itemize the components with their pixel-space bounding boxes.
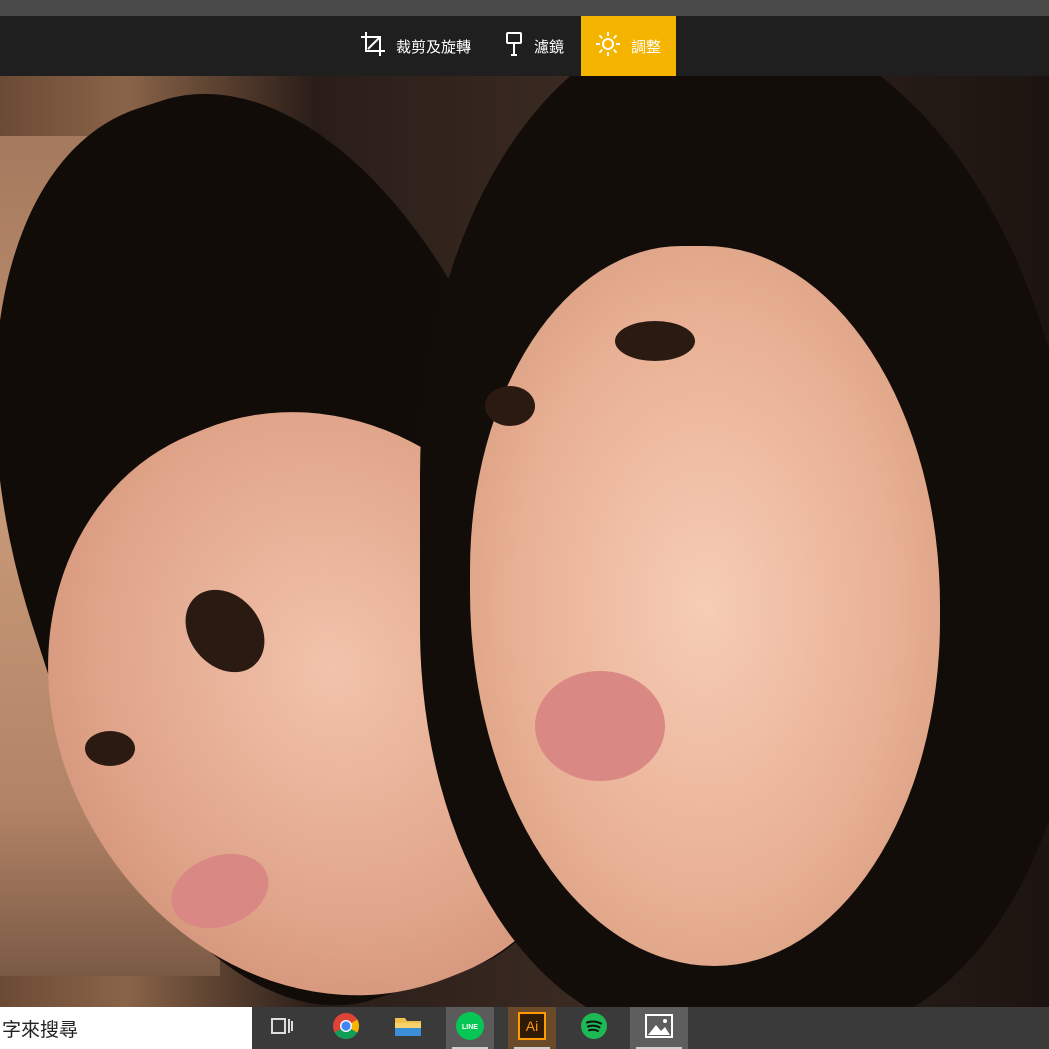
- crop-rotate-icon: [360, 31, 396, 61]
- photo-canvas[interactable]: [0, 76, 1049, 1007]
- illustrator-icon-text: Ai: [526, 1018, 538, 1034]
- file-explorer-icon: [394, 1014, 422, 1042]
- crop-rotate-label: 裁剪及旋轉: [396, 37, 472, 56]
- line-app-button[interactable]: LINE: [446, 1007, 494, 1049]
- adjust-button[interactable]: 調整: [581, 16, 676, 76]
- photo-eye: [485, 386, 535, 426]
- photos-app-button[interactable]: [630, 1007, 688, 1049]
- spotify-icon: [580, 1012, 608, 1044]
- photo-lips: [535, 671, 665, 781]
- line-icon: LINE: [455, 1011, 485, 1045]
- photo-eye: [615, 321, 695, 361]
- filter-brush-icon: [504, 31, 534, 61]
- chrome-icon: [332, 1012, 360, 1044]
- photo-eye: [85, 731, 135, 766]
- crop-rotate-button[interactable]: 裁剪及旋轉: [346, 16, 486, 76]
- window-title-strip: [0, 0, 1049, 16]
- taskbar-search-text: 字來搜尋: [2, 1018, 79, 1041]
- filter-label: 濾鏡: [534, 37, 565, 56]
- filter-button[interactable]: 濾鏡: [490, 16, 578, 76]
- taskbar-search-box[interactable]: 字來搜尋: [0, 1007, 252, 1049]
- file-explorer-button[interactable]: [384, 1007, 432, 1049]
- editor-toolbar: 裁剪及旋轉 濾鏡 調整: [0, 16, 1049, 76]
- chrome-button[interactable]: [322, 1007, 370, 1049]
- adjust-label: 調整: [631, 37, 662, 56]
- spotify-button[interactable]: [570, 1007, 618, 1049]
- task-view-button[interactable]: [258, 1007, 306, 1049]
- task-view-icon: [271, 1016, 293, 1040]
- brightness-sun-icon: [595, 31, 631, 61]
- illustrator-icon: Ai: [518, 1012, 546, 1044]
- line-icon-text: LINE: [462, 1024, 478, 1031]
- taskbar: 字來搜尋 LINE Ai: [0, 1007, 1049, 1049]
- illustrator-button[interactable]: Ai: [508, 1007, 556, 1049]
- photos-icon: [645, 1014, 673, 1042]
